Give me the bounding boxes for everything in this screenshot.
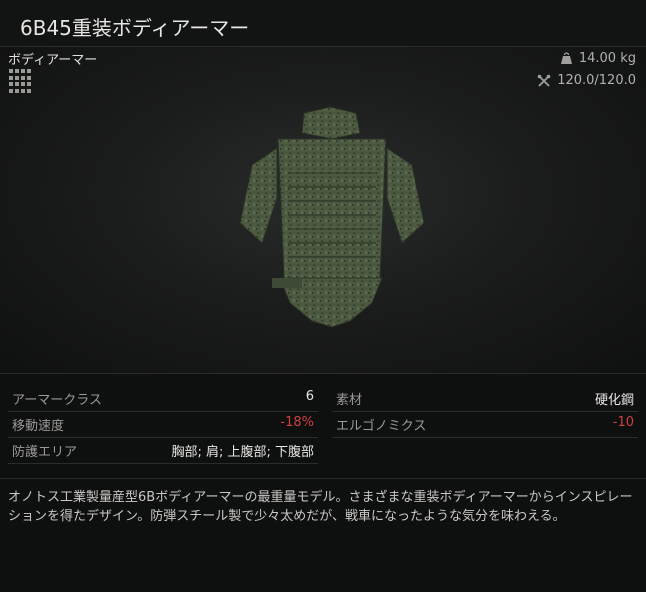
stat-value: 6 [305,389,314,404]
stat-label: 素材 [336,393,363,408]
title-bar[interactable]: 6B45重装ボディアーマー [0,0,646,47]
stat-value: 胸部; 肩; 上腹部; 下腹部 [171,445,314,460]
item-category: ボディアーマー [8,53,98,68]
stat-row-ergonomics: エルゴノミクス -10 [332,412,638,438]
weight-icon [560,52,572,64]
item-preview[interactable]: ボディアーマー 14.00 kg 120.0/120.0 [0,47,646,374]
stat-row-material: 素材 硬化鋼 [332,386,638,412]
stat-label: 防護エリア [12,445,78,460]
stat-value: -18% [280,415,314,430]
weight-readout: 14.00 kg [560,51,636,66]
repair-icon [537,74,551,87]
weight-value: 14.00 kg [578,51,636,66]
stats-left-column: アーマークラス 6 移動速度 -18% 防護エリア 胸部; 肩; 上腹部; 下腹… [8,386,318,464]
stat-label: アーマークラス [12,393,102,408]
window-title: 6B45重装ボディアーマー [20,16,250,40]
stat-value: -10 [612,415,634,430]
item-inspect-window: 6B45重装ボディアーマー ボディアーマー 14.00 kg 120.0/120… [0,0,646,592]
durability-readout: 120.0/120.0 [537,73,636,88]
item-description: オノトス工業製量産型6Bボディアーマーの最重量モデル。さまざまな重装ボディアーマ… [8,490,633,524]
body-armor-image [239,106,425,328]
stat-row-movement-speed: 移動速度 -18% [8,412,318,438]
stat-label: エルゴノミクス [336,419,427,434]
stat-row-armor-class: アーマークラス 6 [8,386,318,412]
stats-panel: アーマークラス 6 移動速度 -18% 防護エリア 胸部; 肩; 上腹部; 下腹… [0,374,646,479]
stat-value: 硬化鋼 [594,393,634,408]
stat-row-protection-area: 防護エリア 胸部; 肩; 上腹部; 下腹部 [8,438,318,464]
durability-value: 120.0/120.0 [557,73,636,88]
stat-label: 移動速度 [12,419,65,434]
stats-right-column: 素材 硬化鋼 エルゴノミクス -10 [332,386,638,438]
grid-size-icon [9,69,33,93]
